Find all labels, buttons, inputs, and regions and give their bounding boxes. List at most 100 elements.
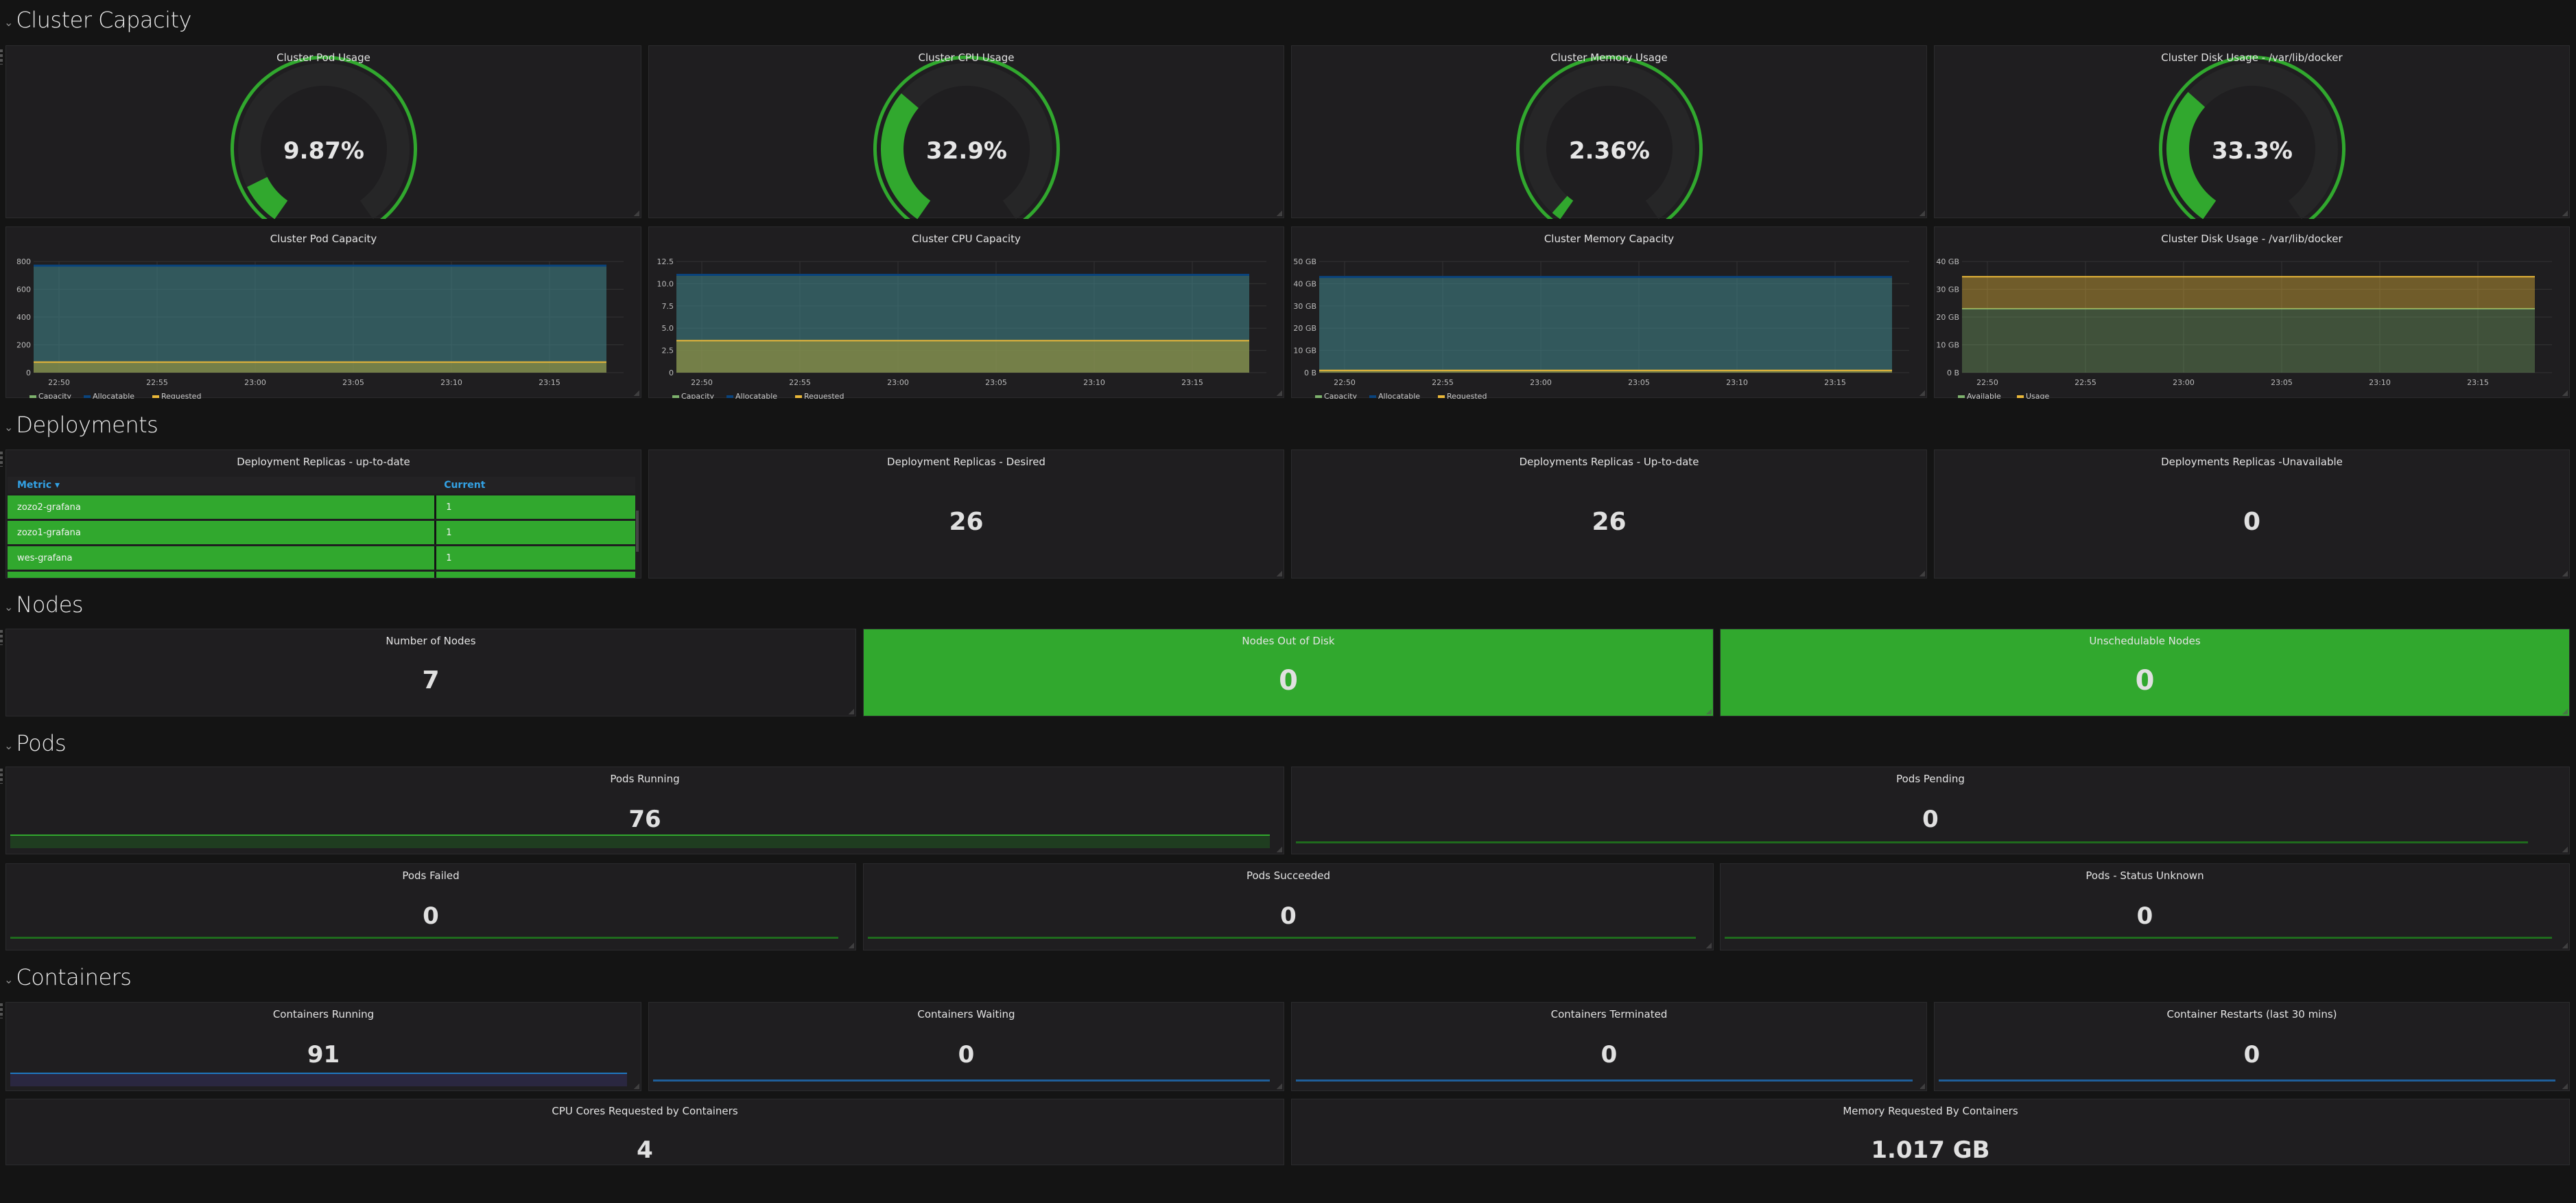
y-tick-label: 50 GB [1293, 257, 1316, 266]
stat-panel: Containers Running 91 [5, 1002, 641, 1091]
stat-value: 0 [1280, 902, 1297, 930]
panel-title: Containers Waiting [917, 1008, 1015, 1020]
drag-handle-icon[interactable] [0, 630, 3, 645]
table-row [8, 572, 635, 578]
stat-value: 76 [628, 806, 661, 833]
resize-handle-icon[interactable] [2562, 847, 2568, 852]
y-tick-label: 7.5 [662, 302, 674, 311]
legend-label[interactable]: Capacity [681, 392, 715, 401]
resize-handle-icon[interactable] [849, 943, 854, 948]
y-tick-label: 12.5 [657, 257, 674, 266]
resize-handle-icon[interactable] [634, 211, 639, 216]
legend-label[interactable]: Requested [804, 392, 844, 401]
resize-handle-icon[interactable] [1277, 571, 1282, 576]
stat-panel-ok: Nodes Out of Disk 0 [863, 629, 1714, 716]
resize-handle-icon[interactable] [1277, 1084, 1282, 1089]
resize-handle-icon[interactable] [1919, 390, 1925, 396]
gauge-fill [881, 93, 931, 220]
deployment-table: Metric ▾ Current zozo2-grafana 1 zozo1-g… [8, 475, 635, 578]
resize-handle-icon[interactable] [2562, 571, 2568, 576]
current-cell: 1 [434, 546, 635, 570]
resize-handle-icon[interactable] [2562, 1084, 2568, 1089]
legend-label[interactable]: Requested [161, 392, 201, 401]
resize-handle-icon[interactable] [1277, 211, 1282, 216]
area-chart[interactable]: 0 200 400 600 800 22:50 22:55 23:00 23:05 23:10 23… [6, 227, 642, 401]
row-pods[interactable]: ⌄ Pods [4, 730, 67, 756]
drag-handle-icon[interactable] [0, 49, 3, 65]
sparkline [1939, 1079, 2555, 1082]
chevron-down-icon[interactable]: ⌄ [4, 973, 13, 986]
x-tick-label: 23:15 [539, 378, 560, 387]
sparkline [1296, 1079, 1913, 1082]
panel-title: Pods Failed [402, 869, 460, 882]
panel-title: Containers Running [272, 1008, 375, 1020]
panel-title: Cluster CPU Usage [918, 51, 1015, 64]
resize-handle-icon[interactable] [1277, 847, 1282, 852]
chevron-down-icon[interactable]: ⌄ [4, 600, 13, 614]
row-nodes[interactable]: ⌄ Nodes [4, 592, 84, 618]
legend-label[interactable]: Available [1967, 392, 2001, 401]
sparkline [10, 937, 838, 939]
resize-handle-icon[interactable] [1919, 1084, 1925, 1089]
column-header-current[interactable]: Current [434, 477, 635, 493]
legend-label[interactable]: Usage [2026, 392, 2050, 401]
legend-label[interactable]: Requested [1447, 392, 1487, 401]
table-row: zozo1-grafana 1 [8, 521, 635, 544]
panel-title: Cluster Pod Usage [276, 51, 370, 64]
resize-handle-icon[interactable] [2562, 943, 2568, 948]
y-tick-label: 30 GB [1293, 302, 1316, 311]
stat-value: 0 [1279, 665, 1298, 697]
area-capacity [1319, 277, 1892, 373]
row-deployments[interactable]: ⌄ Deployments [4, 412, 158, 438]
row-cluster-capacity[interactable]: ⌄ Cluster Capacity [4, 7, 191, 33]
chevron-down-icon[interactable]: ⌄ [4, 739, 13, 752]
sparkline [653, 1079, 1270, 1082]
chart-panel: Cluster Pod Capacity 0 200 400 600 800 22:50 2… [5, 226, 642, 401]
gauge-panel: Cluster Pod Usage 9.87% [5, 45, 641, 226]
legend-label[interactable]: Capacity [1324, 392, 1358, 401]
legend-label[interactable]: Allocatable [1378, 392, 1420, 401]
column-header-metric[interactable]: Metric ▾ [8, 477, 435, 493]
row-containers[interactable]: ⌄ Containers [4, 964, 132, 990]
area-chart[interactable]: 0 2.5 5.0 7.5 10.0 12.5 22:50 22:55 23:00 23:05 23… [649, 227, 1285, 401]
stat-value: 0 [958, 1041, 975, 1068]
resize-handle-icon[interactable] [1706, 943, 1712, 948]
area-usage [1962, 277, 2535, 309]
stat-panel: Containers Waiting 0 [648, 1002, 1284, 1091]
panel-title: Pods Succeeded [1246, 869, 1331, 882]
panel-title: Deployment Replicas - Desired [887, 456, 1045, 468]
legend-label[interactable]: Capacity [38, 392, 72, 401]
stat-value: 0 [2243, 1041, 2260, 1068]
resize-handle-icon[interactable] [2562, 211, 2568, 216]
resize-handle-icon[interactable] [1919, 571, 1925, 576]
drag-handle-icon[interactable] [0, 452, 3, 467]
table-row: wes-grafana 1 [8, 546, 635, 570]
stat-value: 91 [307, 1041, 340, 1068]
legend-label[interactable]: Allocatable [735, 392, 777, 401]
y-tick-label: 200 [16, 341, 31, 350]
resize-handle-icon[interactable] [634, 390, 639, 396]
resize-handle-icon[interactable] [1919, 211, 1925, 216]
x-tick-label: 23:10 [1726, 378, 1748, 387]
area-chart[interactable]: 0 B 10 GB 20 GB 30 GB 40 GB 50 GB 22:50 22:55 23… [1292, 227, 1928, 401]
area-chart[interactable]: 0 B 10 GB 20 GB 30 GB 40 GB 22:50 22:55 23:00 23… [1935, 227, 2571, 401]
x-tick-label: 23:00 [2173, 378, 2195, 387]
y-tick-label: 800 [16, 257, 31, 266]
resize-handle-icon[interactable] [2562, 390, 2568, 396]
resize-handle-icon[interactable] [849, 709, 854, 714]
stat-panel: Deployments Replicas - Up-to-date 26 [1291, 449, 1927, 579]
scrollbar[interactable] [636, 511, 639, 552]
chevron-down-icon[interactable]: ⌄ [4, 421, 13, 434]
y-tick-label: 2.5 [662, 347, 674, 355]
resize-handle-icon[interactable] [1277, 390, 1282, 396]
deployment-table-panel: Deployment Replicas - up-to-date Metric … [5, 449, 641, 579]
legend-label[interactable]: Allocatable [93, 392, 134, 401]
resize-handle-icon[interactable] [2562, 709, 2568, 714]
drag-handle-icon[interactable] [0, 769, 3, 784]
chevron-down-icon[interactable]: ⌄ [4, 16, 13, 29]
resize-handle-icon[interactable] [634, 1084, 639, 1089]
panel-title: Deployment Replicas - up-to-date [237, 456, 410, 468]
resize-handle-icon[interactable] [1706, 709, 1712, 714]
stat-panel: Containers Terminated 0 [1291, 1002, 1927, 1091]
drag-handle-icon[interactable] [0, 1003, 3, 1018]
